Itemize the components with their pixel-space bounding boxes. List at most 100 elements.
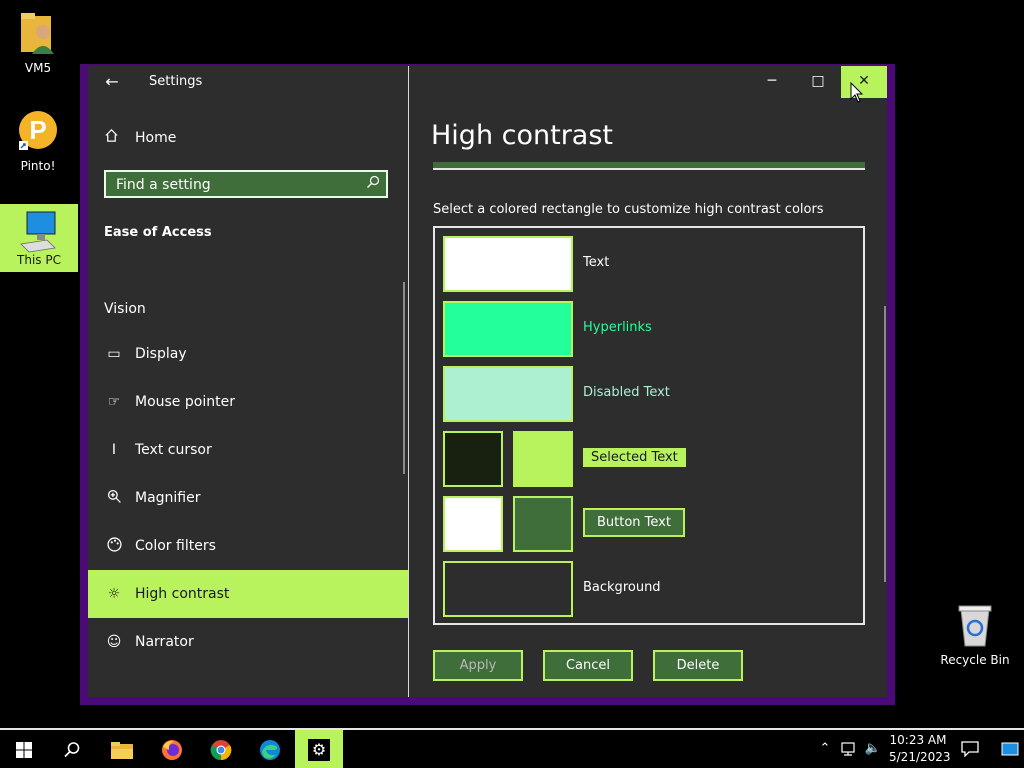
sidebar-item-label: Display [135,346,187,362]
sidebar-item-mouse-pointer[interactable]: ☞ Mouse pointer [88,378,408,426]
sidebar-item-label: High contrast [135,586,230,602]
show-hidden-icons-button[interactable]: ⌃ [814,730,836,768]
action-center-button[interactable] [956,730,984,768]
search-placeholder: Find a setting [116,177,211,193]
text-cursor-icon: I [111,442,117,458]
text-color-swatch[interactable] [443,236,573,292]
window-controls: ─ □ ✕ [749,66,887,98]
recycle-bin-icon [958,605,992,647]
home-icon [104,128,120,147]
background-row-label: Background [583,580,661,595]
mouse-cursor-icon [850,82,864,103]
sidebar-item-high-contrast[interactable]: ☼ High contrast [88,570,408,618]
firefox-icon [162,739,182,760]
color-row-selected-text: Selected Text [443,431,863,487]
taskbar-settings[interactable]: ⚙ [295,730,343,768]
desktop-icon-label: Recycle Bin [940,653,1010,667]
mouse-pointer-icon: ☞ [107,394,121,410]
hyperlinks-row-label: Hyperlinks [583,320,652,335]
volume-tray-icon[interactable]: 🔈 [862,730,884,768]
delete-button[interactable]: Delete [653,650,743,681]
settings-window: ← Settings Home Find a setting Ease of A… [80,64,895,705]
taskbar: ⚙ ⌃ 🔈 10:23 AM 5/21/2023 [0,728,1024,768]
display-icon: ▭ [107,346,121,362]
sidebar-item-label: Narrator [135,634,194,650]
desktop-icon-label: Pinto! [20,159,56,173]
settings-window-content: ← Settings Home Find a setting Ease of A… [88,66,887,697]
settings-gear-icon: ⚙ [308,738,330,761]
sidebar-item-magnifier[interactable]: Magnifier [88,474,408,522]
instruction-text: Select a colored rectangle to customize … [433,202,824,217]
apply-button[interactable]: Apply [433,650,523,681]
color-row-text: Text [443,236,863,292]
sidebar-scrollbar[interactable] [403,282,405,474]
taskbar-search-button[interactable] [48,730,96,768]
taskbar-clock[interactable]: 10:23 AM 5/21/2023 [889,732,951,766]
desktop-icon-vm5[interactable]: VM5 [2,10,74,75]
main-scrollbar[interactable] [884,306,886,582]
desktop-icon-pinto[interactable]: P Pinto! [2,108,74,173]
network-tray-icon[interactable] [838,730,860,768]
settings-main-pane: ─ □ ✕ High contrast Select a colored rec… [409,66,887,697]
chrome-icon [210,739,232,760]
theme-progress-bar [433,162,865,170]
color-filters-icon [104,536,124,556]
color-customization-box: Text Hyperlinks Disabled Text Selected T… [433,226,865,625]
search-input[interactable]: Find a setting [104,170,388,198]
sidebar-item-display[interactable]: ▭ Display [88,330,408,378]
disabled-text-color-swatch[interactable] [443,366,573,422]
user-folder-icon [21,13,54,54]
minimize-button[interactable]: ─ [749,66,795,98]
desktop-icon-this-pc[interactable]: This PC [0,204,78,272]
desktop-preview-icon [1001,742,1019,755]
sidebar-item-label: Mouse pointer [135,394,235,410]
back-button[interactable]: ← [100,70,124,94]
color-row-background: Background [443,561,863,617]
disabled-text-row-label: Disabled Text [583,385,670,400]
back-arrow-icon: ← [105,72,119,91]
start-icon [16,741,32,758]
taskbar-firefox[interactable] [148,730,196,768]
selected-text-preview: Selected Text [583,448,686,467]
background-color-swatch[interactable] [443,561,573,617]
close-button[interactable]: ✕ [841,66,887,98]
taskbar-file-explorer[interactable] [98,730,146,768]
notification-icon [961,740,979,758]
narrator-icon: ☺ [106,634,122,650]
sidebar-item-text-cursor[interactable]: I Text cursor [88,426,408,474]
selected-text-bg-swatch[interactable] [443,431,503,487]
sidebar-item-color-filters[interactable]: Color filters [88,522,408,570]
show-desktop-button[interactable] [996,730,1024,768]
color-row-disabled-text: Disabled Text [443,366,863,422]
volume-icon: 🔈 [864,741,882,756]
taskbar-edge[interactable] [246,730,294,768]
section-title: Ease of Access [104,225,212,240]
sidebar-item-narrator[interactable]: ☺ Narrator [88,618,408,666]
maximize-button[interactable]: □ [795,66,841,98]
desktop-icon-label: This PC [17,253,61,267]
clock-date: 5/21/2023 [889,750,951,764]
magnifier-icon [104,489,124,508]
cancel-button[interactable]: Cancel [543,650,633,681]
selected-text-fg-swatch[interactable] [513,431,573,487]
color-row-hyperlinks: Hyperlinks [443,301,863,357]
computer-icon [20,211,56,253]
svg-text:P: P [29,115,46,145]
desktop-icon-label: VM5 [24,61,52,75]
sidebar-item-label: Magnifier [135,490,201,506]
pinto-shortcut-icon: P [19,111,57,150]
high-contrast-icon: ☼ [107,586,121,602]
button-text-fg-swatch[interactable] [443,496,503,552]
start-button[interactable] [0,730,48,768]
settings-sidebar: ← Settings Home Find a setting Ease of A… [88,66,409,697]
hyperlink-color-swatch[interactable] [443,301,573,357]
chevron-up-icon: ⌃ [819,741,831,756]
text-row-label: Text [583,255,610,270]
edge-icon [260,739,280,760]
desktop-icon-recycle-bin[interactable]: Recycle Bin [938,602,1012,667]
group-label-vision: Vision [104,301,146,317]
taskbar-chrome[interactable] [197,730,245,768]
sidebar-item-home[interactable]: Home [104,128,176,147]
search-icon [64,741,80,757]
button-text-bg-swatch[interactable] [513,496,573,552]
